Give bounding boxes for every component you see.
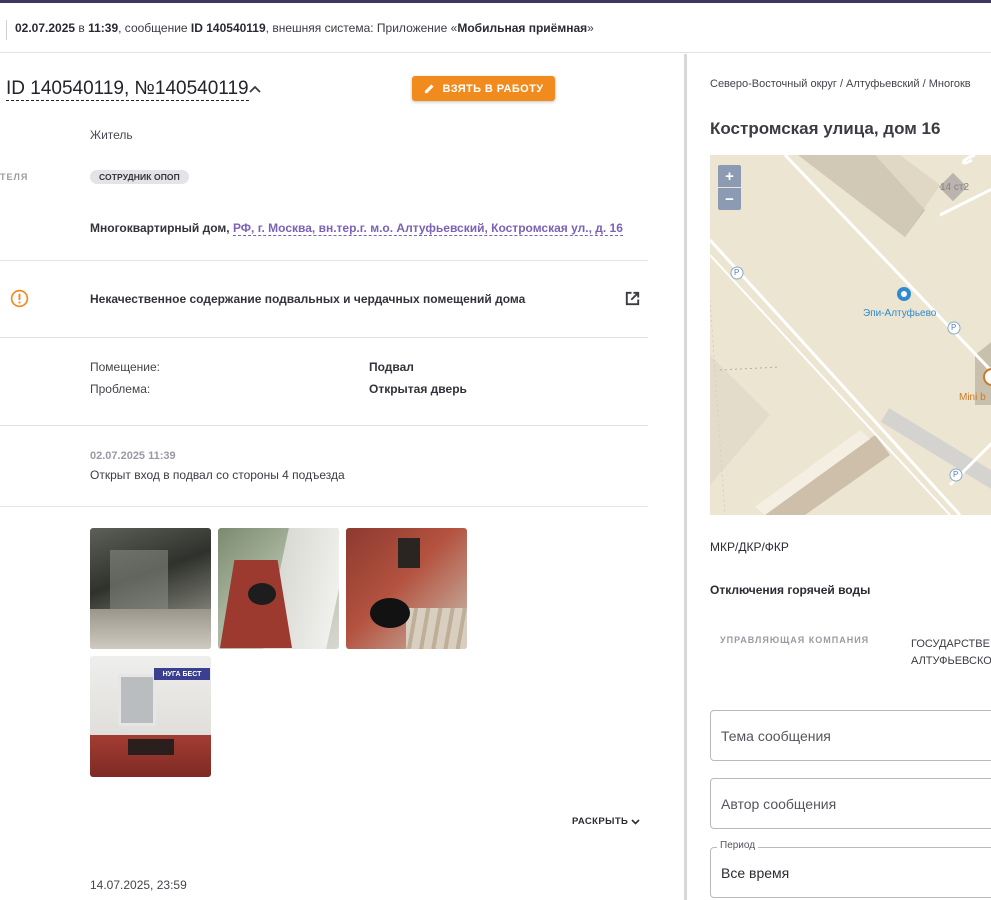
zoom-out-button[interactable]: − [718,188,741,210]
parking-icon: P [734,268,740,277]
message-meta: 02.07.2025 в 11:39, сообщение ID 1405401… [15,21,594,35]
management-company-line-1: ГОСУДАРСТВЕ [911,638,990,650]
detail-label-room: Помещение: [90,360,160,374]
message-date: 02.07.2025 11:39 [90,450,176,462]
topic-field[interactable] [710,710,991,761]
take-to-work-label: ВЗЯТЬ В РАБОТУ [442,82,544,95]
section-divider [0,506,648,507]
object-address: Многоквартирный дом, РФ, г. Москва, вн.т… [90,221,623,236]
deadline-date: 14.07.2025, 23:59 [90,878,187,892]
meta-msg-prefix: , сообщение [118,21,191,35]
detail-value-room: Подвал [369,360,414,374]
section-divider [0,260,648,261]
photo-thumbnail-3[interactable] [346,528,467,649]
map-view[interactable]: + − 14 ст2 Эпи-Алтуфьево Mini b P P P [710,155,991,515]
meta-ext-name: Мобильная приёмная [457,21,588,35]
meta-ext-suffix: » [587,21,594,35]
header-divider [6,20,7,40]
parking-icon: P [953,470,959,479]
address-type: Многоквартирный дом, [90,221,230,235]
detail-label-problem: Проблема: [90,382,151,396]
meta-time: 11:39 [88,21,119,35]
management-company-line-2: АЛТУФЬЕВСКО [911,655,991,667]
management-company-value: ГОСУДАРСТВЕ АЛТУФЬЕВСКО [911,636,991,670]
message-text: Открыт вход в подвал со стороны 4 подъез… [90,468,345,482]
chevron-down-icon [631,818,640,825]
period-legend: Период [717,840,759,851]
author-input[interactable] [721,779,991,828]
meta-ext-prefix: , внешняя система: Приложение « [265,21,458,35]
section-hot-water[interactable]: Отключения горячей воды [710,583,870,597]
expand-label: РАСКРЫТЬ [572,816,629,827]
expand-button[interactable]: РАСКРЫТЬ [572,816,640,827]
pencil-icon [424,84,434,94]
applicant-type: Житель [90,128,133,142]
map-label-poi[interactable]: Эпи-Алтуфьево [863,308,936,319]
ticket-panel: ID 140540119, №140540119 ВЗЯТЬ В РАБОТУ … [0,54,684,900]
topic-input[interactable] [721,711,991,760]
management-company-label: УПРАВЛЯЮЩАЯ КОМПАНИЯ [720,635,870,645]
map-label-shop[interactable]: Mini b [959,392,986,403]
chevron-up-icon[interactable] [248,84,262,94]
parking-icon: P [951,323,957,332]
warning-icon [10,289,29,308]
author-field[interactable] [710,778,991,829]
detail-value-problem: Открытая дверь [369,382,467,396]
zoom-in-button[interactable]: + [718,165,741,187]
period-value: Все время [721,865,790,881]
map-tiles [710,155,991,515]
problem-title: Некачественное содержание подвальных и ч… [90,292,526,306]
map-label-building: 14 ст2 [940,182,970,193]
period-select[interactable]: Период Все время [710,840,991,898]
section-divider [0,425,648,426]
meta-date: 02.07.2025 [15,21,76,35]
photo-thumbnail-2[interactable] [218,528,339,649]
role-badge: СОТРУДНИК ОПОП [90,170,189,184]
message-header: 02.07.2025 в 11:39, сообщение ID 1405401… [0,3,991,53]
section-divider [0,337,648,338]
photo-thumbnail-4[interactable]: НУГА БЕСТ [90,656,211,777]
address-link[interactable]: РФ, г. Москва, вн.тер.г. м.о. Алтуфьевск… [232,221,623,236]
object-panel: Северо-Восточный округ / Алтуфьевский / … [687,54,991,900]
ticket-title[interactable]: ID 140540119, №140540119 [6,78,249,101]
photo-thumbnail-1[interactable] [90,528,211,649]
section-mkr[interactable]: МКР/ДКР/ФКР [710,540,789,554]
photo-sign-text: НУГА БЕСТ [154,668,210,680]
open-external-icon[interactable] [623,289,642,308]
applicant-label: ТЕЛЯ [0,172,29,182]
meta-msg-id: ID 140540119 [190,21,266,35]
take-to-work-button[interactable]: ВЗЯТЬ В РАБОТУ [412,76,555,101]
breadcrumb: Северо-Восточный округ / Алтуфьевский / … [710,78,971,90]
street-title: Костромская улица, дом 16 [710,119,941,138]
meta-in: в [75,21,89,35]
